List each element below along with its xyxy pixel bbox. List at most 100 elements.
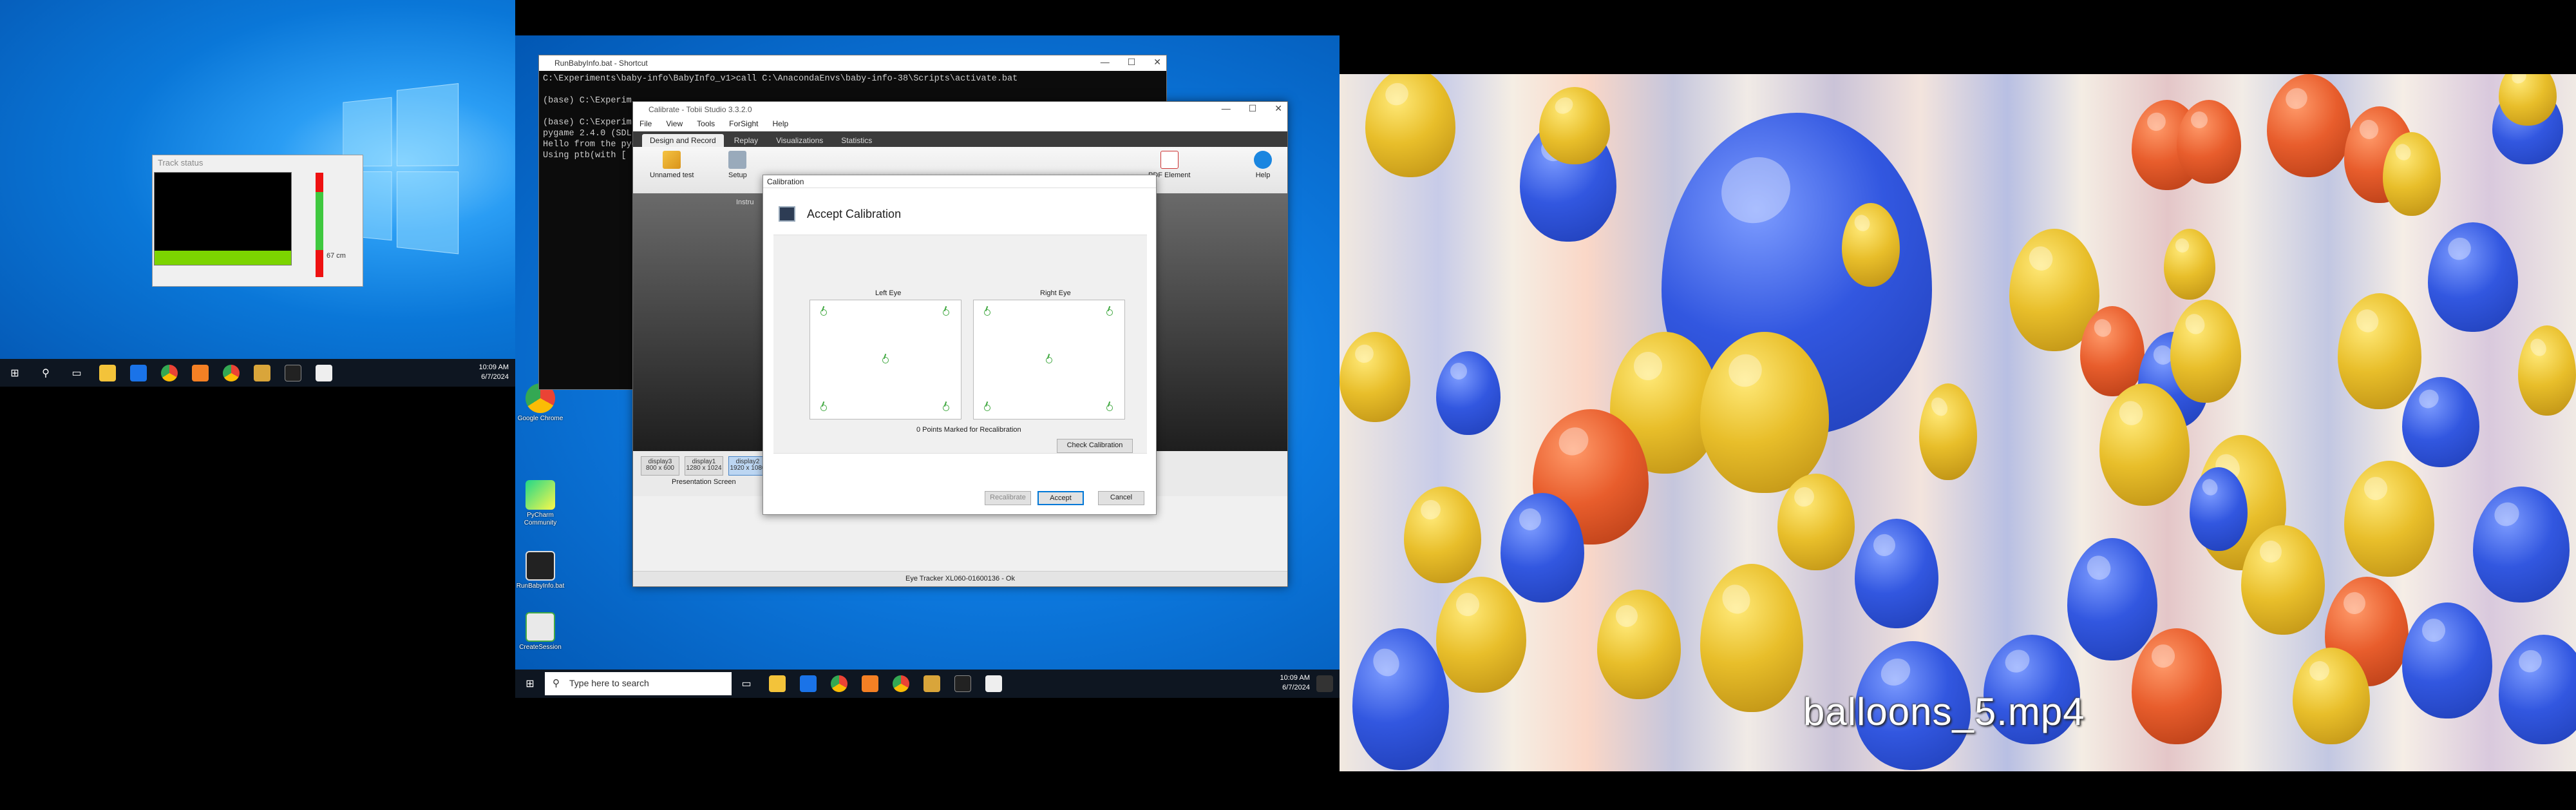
file-explorer-icon[interactable] — [99, 365, 116, 381]
menu-forsight[interactable]: ForSight — [729, 119, 758, 129]
track-status-window[interactable]: Track status 67 cm — [152, 155, 363, 287]
tab-design-and-record[interactable]: Design and Record — [642, 134, 724, 147]
middle-monitor: Google Chrome PyCharm Community RunBabyI… — [515, 35, 1340, 698]
calibration-point[interactable] — [820, 309, 827, 316]
terminal-icon[interactable] — [285, 365, 301, 381]
balloon — [1404, 487, 1481, 583]
recalibrate-button[interactable]: Recalibrate — [985, 491, 1031, 505]
window-controls: — ☐ ✕ — [1101, 57, 1161, 68]
close-icon[interactable]: ✕ — [1153, 57, 1161, 68]
calibration-title-bar[interactable]: Calibration — [763, 175, 1156, 188]
left-monitor: Track status 67 cm ⊞ ⚲ ▭ 10:09 AM 6/7/20… — [0, 0, 515, 387]
chrome-icon[interactable] — [831, 675, 848, 692]
calibration-point[interactable] — [1106, 309, 1113, 316]
cancel-button[interactable]: Cancel — [1098, 491, 1144, 505]
calibration-point[interactable] — [1106, 405, 1113, 411]
desktop-icon-label: RunBabyInfo.bat — [516, 583, 565, 590]
calibration-point[interactable] — [1046, 357, 1052, 363]
tobii-title-bar[interactable]: Calibrate - Tobii Studio 3.3.2.0 — ☐ ✕ — [633, 102, 1287, 117]
instruction-element[interactable]: Instru — [736, 198, 754, 206]
calibration-point[interactable] — [943, 405, 949, 411]
tab-statistics[interactable]: Statistics — [833, 134, 880, 147]
video-filename-label: balloons_5.mp4 — [1803, 689, 2085, 734]
setup-button[interactable]: Setup — [728, 151, 747, 179]
tab-visualizations[interactable]: Visualizations — [768, 134, 831, 147]
start-icon[interactable]: ⊞ — [6, 365, 23, 381]
vlc-icon[interactable] — [192, 365, 209, 381]
clock-time: 10:09 AM — [1280, 673, 1310, 683]
balloon — [2518, 325, 2576, 416]
balloon — [2383, 132, 2441, 216]
balloon — [2473, 487, 2570, 603]
menu-tools[interactable]: Tools — [697, 119, 715, 129]
mail-icon[interactable] — [800, 675, 817, 692]
start-icon[interactable]: ⊞ — [522, 675, 538, 692]
chrome-icon[interactable] — [893, 675, 909, 692]
mail-icon[interactable] — [130, 365, 147, 381]
terminal-icon[interactable] — [954, 675, 971, 692]
menu-bar: File View Tools ForSight Help — [633, 117, 1287, 131]
help-icon — [1254, 151, 1272, 169]
unnamed-test-button[interactable]: Unnamed test — [650, 151, 694, 179]
balloon — [2344, 461, 2434, 577]
desktop-icon-create-session[interactable]: CreateSession — [515, 612, 565, 651]
calibration-point[interactable] — [820, 405, 827, 411]
balloon — [1539, 87, 1610, 164]
clock[interactable]: 10:09 AM 6/7/2024 — [1280, 673, 1310, 693]
notification-icon[interactable] — [1316, 675, 1333, 692]
app-window-icon[interactable] — [985, 675, 1002, 692]
balloon — [1340, 332, 1410, 422]
balloon — [1597, 590, 1681, 699]
close-icon[interactable]: ✕ — [1274, 103, 1282, 114]
folder-icon[interactable] — [923, 675, 940, 692]
chrome-icon[interactable] — [223, 365, 240, 381]
calibration-results: Left Eye Right Eye 0 Points Marked for R… — [773, 235, 1147, 454]
clock[interactable]: 10:09 AM 6/7/2024 — [479, 363, 509, 382]
right-eye-plot[interactable] — [973, 300, 1125, 419]
calibration-point[interactable] — [882, 357, 889, 363]
minimize-icon[interactable]: — — [1222, 103, 1231, 114]
balloon — [1436, 577, 1526, 693]
pdf-icon — [1160, 151, 1179, 169]
calibration-point[interactable] — [984, 405, 990, 411]
task-view-icon[interactable]: ▭ — [68, 365, 85, 381]
file-explorer-icon[interactable] — [769, 675, 786, 692]
left-eye-label: Left Eye — [875, 289, 901, 297]
calibration-dialog[interactable]: Calibration Accept Calibration Left Eye … — [762, 175, 1157, 515]
cmd-title-bar[interactable]: RunBabyInfo.bat - Shortcut — ☐ ✕ — [539, 55, 1166, 71]
balloon — [2267, 74, 2351, 177]
check-calibration-button[interactable]: Check Calibration — [1057, 439, 1133, 453]
balloon — [1436, 351, 1501, 435]
window-controls: — ☐ ✕ — [1222, 103, 1282, 114]
desktop-icon-run-baby-info[interactable]: RunBabyInfo.bat — [515, 551, 565, 590]
menu-help[interactable]: Help — [773, 119, 789, 129]
accept-button[interactable]: Accept — [1037, 491, 1084, 505]
search-icon[interactable]: ⚲ — [37, 365, 54, 381]
minimize-icon[interactable]: — — [1101, 57, 1110, 68]
distance-ok-range — [316, 192, 323, 250]
balloon — [2499, 635, 2576, 744]
task-view-icon[interactable]: ▭ — [738, 675, 755, 692]
monitor-icon — [779, 206, 795, 222]
chrome-icon[interactable] — [161, 365, 178, 381]
left-eye-plot[interactable] — [810, 300, 961, 419]
batch-file-icon — [526, 551, 555, 581]
app-window-icon[interactable] — [316, 365, 332, 381]
calibration-point[interactable] — [943, 309, 949, 316]
desktop-icon-pycharm[interactable]: PyCharm Community — [515, 480, 565, 527]
vlc-icon[interactable] — [862, 675, 878, 692]
folder-icon[interactable] — [254, 365, 270, 381]
clock-date: 6/7/2024 — [1280, 683, 1310, 693]
menu-file[interactable]: File — [639, 119, 652, 129]
maximize-icon[interactable]: ☐ — [1128, 57, 1136, 68]
display3-button[interactable]: display3 800 x 600 — [641, 456, 679, 476]
taskbar-search-box[interactable]: ⚲ Type here to search — [545, 672, 732, 695]
calibration-point[interactable] — [984, 309, 990, 316]
tab-replay[interactable]: Replay — [726, 134, 766, 147]
display1-button[interactable]: display1 1280 x 1024 — [685, 456, 723, 476]
display2-button[interactable]: display2 1920 x 1080 — [728, 456, 767, 476]
desktop-icon-label: Google Chrome — [518, 415, 564, 422]
menu-view[interactable]: View — [666, 119, 683, 129]
help-button[interactable]: Help — [1254, 151, 1272, 179]
maximize-icon[interactable]: ☐ — [1249, 103, 1257, 114]
